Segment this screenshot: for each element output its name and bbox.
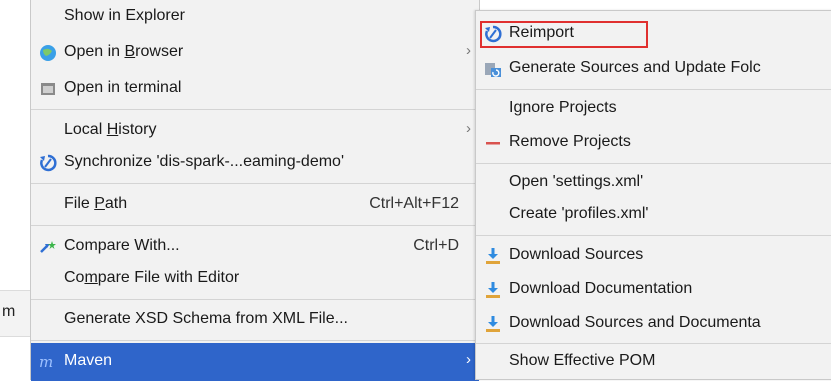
menu-item-show-effective-pom[interactable]: Show Effective POM (476, 346, 831, 378)
menu-item-maven[interactable]: m Maven › (31, 343, 479, 381)
maven-submenu: Reimport Generate Sources and Update Fol… (475, 10, 831, 380)
menu-separator (476, 235, 831, 236)
menu-item-ignore-projects[interactable]: Ignore Projects (476, 93, 831, 125)
remove-icon (484, 134, 502, 152)
menu-separator (476, 163, 831, 164)
download-icon (484, 315, 502, 333)
menu-item-file-path[interactable]: File Path Ctrl+Alt+F12 (31, 189, 479, 221)
shortcut-text: Ctrl+Alt+F12 (369, 195, 459, 212)
menu-item-open-in-browser[interactable]: Open in Browser › (31, 37, 479, 69)
context-menu: Show in Explorer Open in Browser › Open … (30, 0, 480, 381)
menu-separator (476, 89, 831, 90)
reimport-icon (484, 25, 502, 43)
menu-item-reimport[interactable]: Reimport (476, 18, 831, 50)
menu-separator (31, 299, 479, 300)
compare-icon (39, 238, 57, 256)
menu-separator (31, 225, 479, 226)
sync-icon (39, 154, 57, 172)
menu-item-generate-sources[interactable]: Generate Sources and Update Folc (476, 53, 831, 85)
menu-item-compare-with[interactable]: Compare With... Ctrl+D (31, 231, 479, 263)
menu-separator (31, 183, 479, 184)
menu-item-generate-xsd-schema[interactable]: Generate XSD Schema from XML File... (31, 304, 479, 336)
svg-text:m: m (39, 353, 53, 371)
menu-item-download-sources-and-documentation[interactable]: Download Sources and Documenta (476, 308, 831, 340)
maven-icon: m (39, 353, 57, 371)
editor-text: m (2, 303, 16, 320)
menu-item-download-sources[interactable]: Download Sources (476, 240, 831, 272)
generate-sources-icon (484, 60, 502, 78)
menu-item-open-in-terminal[interactable]: Open in terminal (31, 73, 479, 105)
submenu-arrow-icon: › (466, 351, 471, 368)
submenu-arrow-icon: › (466, 42, 471, 59)
menu-item-download-documentation[interactable]: Download Documentation (476, 274, 831, 306)
menu-separator (31, 109, 479, 110)
menu-item-compare-file-with-editor[interactable]: Compare File with Editor (31, 263, 479, 295)
menu-item-local-history[interactable]: Local History › (31, 115, 479, 147)
editor-tab-strip: m (0, 290, 30, 337)
globe-icon (39, 44, 57, 62)
menu-item-show-in-explorer[interactable]: Show in Explorer (31, 1, 479, 33)
download-icon (484, 247, 502, 265)
menu-item-create-profiles-xml[interactable]: Create 'profiles.xml' (476, 199, 831, 231)
menu-item-remove-projects[interactable]: Remove Projects (476, 127, 831, 159)
terminal-icon (39, 80, 57, 98)
menu-separator (476, 343, 831, 344)
submenu-arrow-icon: › (466, 120, 471, 137)
download-icon (484, 281, 502, 299)
menu-item-open-settings-xml[interactable]: Open 'settings.xml' (476, 167, 831, 199)
menu-separator (31, 340, 479, 341)
shortcut-text: Ctrl+D (413, 237, 459, 254)
menu-item-synchronize[interactable]: Synchronize 'dis-spark-...eaming-demo' (31, 147, 479, 179)
